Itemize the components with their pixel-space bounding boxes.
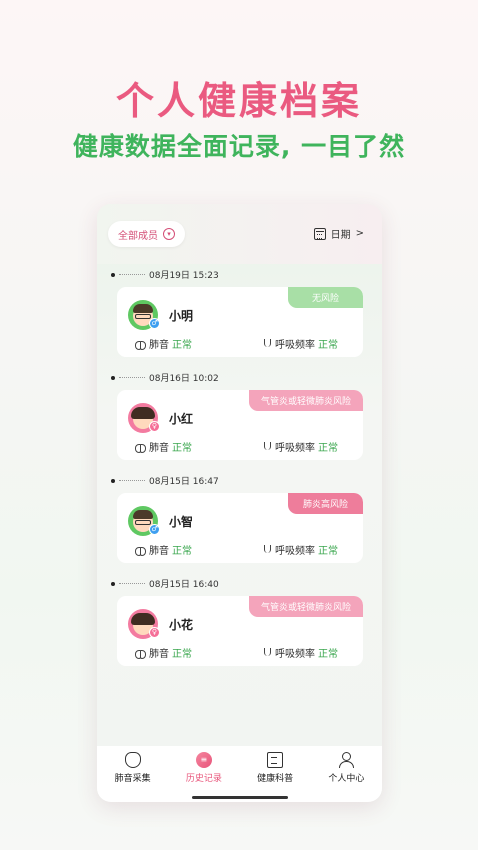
lung-status: 正常: [172, 649, 192, 660]
tab-label: 肺音采集: [114, 774, 151, 784]
breath-status: 正常: [318, 546, 338, 557]
female-icon: ♀: [149, 627, 160, 638]
lung-status: 正常: [172, 546, 192, 557]
record-datetime: 08月19日 15:23: [149, 271, 219, 281]
chevron-right-icon: >: [355, 228, 364, 239]
breath-rate-status: 呼吸频率 正常: [261, 439, 338, 454]
member-filter-label: 全部成员: [118, 230, 158, 242]
breath-label: 呼吸频率: [275, 340, 315, 351]
timeline-entry-header: 08月15日 16:47: [111, 474, 219, 487]
male-icon: ♂: [149, 524, 160, 535]
date-filter-label: 日期: [330, 230, 351, 241]
lung-sound-status: 肺音 正常: [135, 645, 192, 660]
lung-sound-status: 肺音 正常: [135, 336, 192, 351]
risk-tag: 肺炎高风险: [288, 493, 363, 514]
home-indicator: [192, 796, 288, 799]
nose-icon: [261, 647, 272, 658]
lung-label: 肺音: [149, 546, 169, 557]
lung-label: 肺音: [149, 649, 169, 660]
lung-sound-status: 肺音 正常: [135, 542, 192, 557]
member-filter-button[interactable]: 全部成员 ▾: [108, 221, 185, 247]
breath-rate-status: 呼吸频率 正常: [261, 336, 338, 351]
breath-status: 正常: [318, 340, 338, 351]
lung-label: 肺音: [149, 340, 169, 351]
chevron-down-icon: ▾: [163, 228, 175, 240]
record-card[interactable]: 气管炎或轻微肺炎风险 ♀ 小花 肺音 正常 呼吸频率 正常: [117, 596, 363, 666]
calendar-icon: [313, 227, 326, 240]
tab-label: 历史记录: [185, 774, 222, 784]
timeline-entry-header: 08月19日 15:23: [111, 268, 219, 281]
lungs-icon: [135, 339, 146, 350]
hero-title: 个人健康档案: [115, 79, 362, 123]
nose-icon: [261, 544, 272, 555]
bottom-tab-bar: 肺音采集 ≡ 历史记录 健康科普 个人中心: [97, 746, 382, 802]
date-filter-button[interactable]: 日期 >: [313, 226, 364, 241]
person-name: 小红: [169, 412, 194, 426]
record-datetime: 08月15日 16:47: [149, 477, 219, 487]
timeline-entry-header: 08月15日 16:40: [111, 577, 219, 590]
tab-label: 个人中心: [328, 774, 365, 784]
male-icon: ♂: [149, 318, 160, 329]
timeline-entry-header: 08月16日 10:02: [111, 371, 219, 384]
female-icon: ♀: [149, 421, 160, 432]
breath-label: 呼吸频率: [275, 546, 315, 557]
breath-status: 正常: [318, 443, 338, 454]
risk-tag: 气管炎或轻微肺炎风险: [248, 390, 363, 411]
record-datetime: 08月15日 16:40: [149, 580, 219, 590]
tab-history[interactable]: ≡ 历史记录: [169, 752, 239, 802]
person-name: 小花: [169, 618, 194, 632]
tab-lung-capture[interactable]: 肺音采集: [98, 752, 168, 802]
lung-label: 肺音: [149, 443, 169, 454]
timeline-dot-icon: [111, 272, 115, 277]
breath-rate-status: 呼吸频率 正常: [261, 542, 338, 557]
tab-health-science[interactable]: 健康科普: [240, 752, 310, 802]
breath-rate-status: 呼吸频率 正常: [261, 645, 338, 660]
breath-status: 正常: [318, 649, 338, 660]
lungs-icon: [135, 442, 146, 453]
history-icon: ≡: [195, 752, 212, 768]
person-name: 小明: [169, 309, 194, 323]
lungs-icon: [135, 545, 146, 556]
lung-status: 正常: [172, 443, 192, 454]
lungs-icon: [135, 648, 146, 659]
document-icon: [267, 752, 284, 768]
phone-screen: 全部成员 ▾ 日期 > 08月19日 15:23 无风险 ♂ 小明 肺音 正常 呼…: [97, 204, 382, 802]
timeline-dot-icon: [111, 581, 115, 586]
record-card[interactable]: 无风险 ♂ 小明 肺音 正常 呼吸频率 正常: [117, 287, 363, 357]
nose-icon: [261, 338, 272, 349]
tab-profile[interactable]: 个人中心: [311, 752, 381, 802]
record-card[interactable]: 气管炎或轻微肺炎风险 ♀ 小红 肺音 正常 呼吸频率 正常: [117, 390, 363, 460]
nose-icon: [261, 441, 272, 452]
record-datetime: 08月16日 10:02: [149, 374, 219, 384]
user-icon: [338, 752, 355, 768]
person-name: 小智: [169, 515, 194, 529]
heartbeat-icon: [124, 752, 141, 768]
timeline-dot-icon: [111, 478, 115, 483]
lung-status: 正常: [172, 340, 192, 351]
record-card[interactable]: 肺炎高风险 ♂ 小智 肺音 正常 呼吸频率 正常: [117, 493, 363, 563]
breath-label: 呼吸频率: [275, 649, 315, 660]
risk-tag: 气管炎或轻微肺炎风险: [248, 596, 363, 617]
tab-label: 健康科普: [257, 774, 294, 784]
risk-tag: 无风险: [288, 287, 363, 308]
breath-label: 呼吸频率: [275, 443, 315, 454]
timeline-dot-icon: [111, 375, 115, 380]
hero-subtitle: 健康数据全面记录, 一目了然: [72, 132, 406, 161]
lung-sound-status: 肺音 正常: [135, 439, 192, 454]
